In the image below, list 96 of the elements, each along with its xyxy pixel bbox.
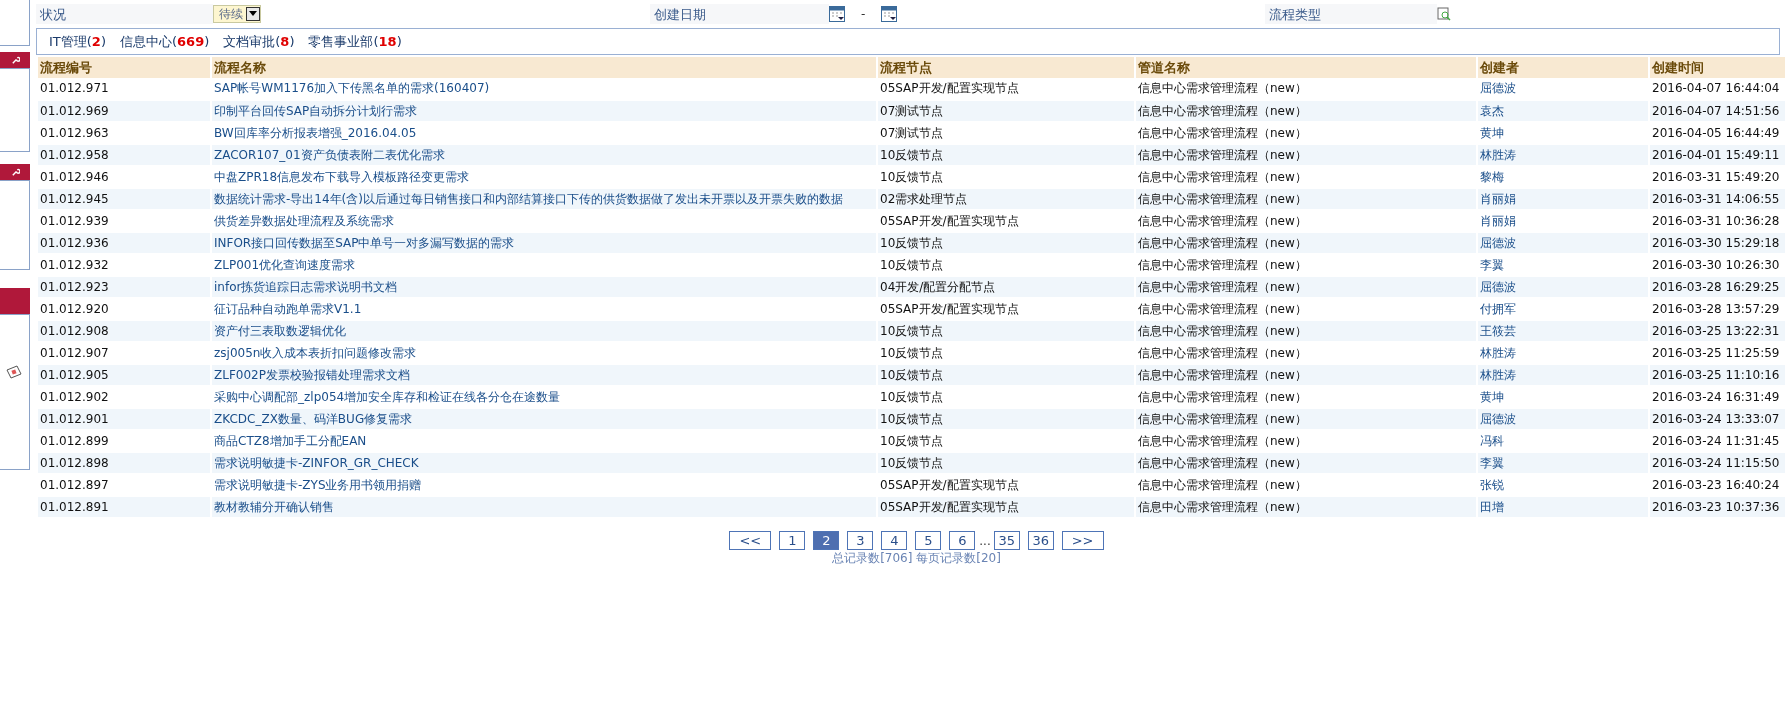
- table-cell: 01.012.958: [37, 144, 211, 166]
- table-cell: 信息中心需求管理流程（new）: [1135, 276, 1477, 298]
- table-cell: 2016-03-24 11:15:50: [1649, 452, 1785, 474]
- creator-link[interactable]: 付拥军: [1480, 299, 1646, 319]
- table-cell: 01.012.898: [37, 452, 211, 474]
- table-cell: 01.012.901: [37, 408, 211, 430]
- process-link[interactable]: 需求说明敏捷卡-ZYS业务用书领用捐赠: [214, 475, 874, 495]
- table-cell: 信息中心需求管理流程（new）: [1135, 408, 1477, 430]
- table-cell: 01.012.891: [37, 496, 211, 518]
- category-tab[interactable]: 文档审批(8): [223, 32, 295, 51]
- status-select[interactable]: 待续: [213, 5, 261, 23]
- table-cell: 2016-03-28 16:29:25: [1649, 276, 1785, 298]
- table-cell: 01.012.945: [37, 188, 211, 210]
- wrench-icon[interactable]: [10, 55, 20, 65]
- creator-link[interactable]: 屈德波: [1480, 79, 1646, 98]
- column-header: 管道名称: [1135, 57, 1477, 78]
- table-cell: 2016-04-01 15:49:11: [1649, 144, 1785, 166]
- table-cell: 01.012.936: [37, 232, 211, 254]
- side-panel: [0, 0, 30, 46]
- table-cell: 10反馈节点: [877, 144, 1135, 166]
- process-link[interactable]: 采购中心调配部_zlp054增加安全库存和检证在线各分仓在途数量: [214, 387, 874, 407]
- page-button[interactable]: 35: [993, 531, 1020, 550]
- table-cell: 01.012.969: [37, 100, 211, 122]
- process-link[interactable]: 征订品种自动跑单需求V1.1: [214, 299, 874, 319]
- status-label: 状况: [36, 4, 213, 24]
- table-cell: 2016-03-25 11:10:16: [1649, 364, 1785, 386]
- note-icon[interactable]: [6, 365, 22, 379]
- table-cell: 信息中心需求管理流程（new）: [1135, 452, 1477, 474]
- page-button[interactable]: 36: [1027, 531, 1054, 550]
- table-cell: 信息中心需求管理流程（new）: [1135, 188, 1477, 210]
- table-cell: 07测试节点: [877, 100, 1135, 122]
- table-cell: 信息中心需求管理流程（new）: [1135, 144, 1477, 166]
- table-cell: 信息中心需求管理流程（new）: [1135, 364, 1477, 386]
- table-cell: 01.012.923: [37, 276, 211, 298]
- creator-link[interactable]: 林胜涛: [1480, 343, 1646, 363]
- table-cell: 10反馈节点: [877, 364, 1135, 386]
- table-cell: 01.012.908: [37, 320, 211, 342]
- table-cell: 10反馈节点: [877, 320, 1135, 342]
- table-cell: 10反馈节点: [877, 408, 1135, 430]
- table-cell: 05SAP开发/配置实现节点: [877, 496, 1135, 518]
- page-button[interactable]: 6: [949, 531, 976, 550]
- table-cell: 2016-03-31 14:06:55: [1649, 188, 1785, 210]
- table-cell: 02需求处理节点: [877, 188, 1135, 210]
- process-link[interactable]: SAP帐号WM1176加入下传黑名单的需求(160407): [214, 79, 874, 98]
- page-button[interactable]: 4: [881, 531, 908, 550]
- creator-link[interactable]: 张锐: [1480, 475, 1646, 495]
- page-button[interactable]: 3: [847, 531, 874, 550]
- creator-link[interactable]: 李翼: [1480, 255, 1646, 275]
- table-cell: 信息中心需求管理流程（new）: [1135, 232, 1477, 254]
- process-link[interactable]: zsj005n收入成本表折扣问题修改需求: [214, 343, 874, 363]
- table-cell: 04开发/配置分配节点: [877, 276, 1135, 298]
- column-header: 流程节点: [877, 57, 1135, 78]
- creator-link[interactable]: 黄坤: [1480, 123, 1646, 143]
- creator-link[interactable]: 肖丽娟: [1480, 211, 1646, 231]
- process-link[interactable]: ZLP001优化查询速度需求: [214, 255, 874, 275]
- wrench-icon[interactable]: [10, 167, 20, 177]
- side-header: [0, 288, 30, 314]
- table-cell: 信息中心需求管理流程（new）: [1135, 100, 1477, 122]
- category-tab[interactable]: 信息中心(669): [120, 32, 210, 51]
- column-header: 流程名称: [211, 57, 877, 78]
- table-cell: 信息中心需求管理流程（new）: [1135, 320, 1477, 342]
- calendar-icon[interactable]: [829, 6, 845, 22]
- process-link[interactable]: BW回库率分析报表增强_2016.04.05: [214, 123, 874, 143]
- page-ellipsis: ...: [979, 533, 991, 548]
- column-header: 创建者: [1477, 57, 1649, 78]
- column-header: 流程编号: [37, 57, 211, 78]
- table-cell: 10反馈节点: [877, 452, 1135, 474]
- page-nav-button[interactable]: <<: [729, 531, 772, 550]
- type-label: 流程类型: [1265, 4, 1437, 24]
- table-cell: 2016-03-30 15:29:18: [1649, 232, 1785, 254]
- page-button[interactable]: 2: [813, 531, 840, 550]
- process-link[interactable]: 商品CTZ8增加手工分配EAN: [214, 431, 874, 451]
- table-cell: 2016-04-07 14:51:56: [1649, 100, 1785, 122]
- table-cell: 2016-03-23 10:37:36: [1649, 496, 1785, 518]
- page-button[interactable]: 1: [779, 531, 806, 550]
- date-separator: -: [861, 7, 866, 21]
- table-cell: 2016-03-24 13:33:07: [1649, 408, 1785, 430]
- page-nav-button[interactable]: >>: [1061, 531, 1104, 550]
- creator-link[interactable]: 黎梅: [1480, 167, 1646, 187]
- category-tab[interactable]: 零售事业部(18): [308, 32, 402, 51]
- record-summary: 总记录数[706] 每页记录数[20]: [831, 550, 1002, 567]
- process-link[interactable]: 中盘ZPR18信息发布下载导入模板路径变更需求: [214, 167, 874, 187]
- calendar-icon[interactable]: [881, 6, 898, 22]
- creator-link[interactable]: 黄坤: [1480, 387, 1646, 407]
- table-cell: 2016-03-25 13:22:31: [1649, 320, 1785, 342]
- creator-link[interactable]: 冯科: [1480, 431, 1646, 451]
- dropdown-icon[interactable]: [246, 7, 260, 21]
- lookup-icon[interactable]: [1437, 7, 1451, 21]
- table-cell: 10反馈节点: [877, 232, 1135, 254]
- process-link[interactable]: 供货差异数据处理流程及系统需求: [214, 211, 874, 231]
- page-button[interactable]: 5: [915, 531, 942, 550]
- table-cell: 01.012.905: [37, 364, 211, 386]
- date-label: 创建日期: [650, 4, 829, 24]
- table-cell: 信息中心需求管理流程（new）: [1135, 496, 1477, 518]
- column-header: 创建时间: [1649, 57, 1785, 78]
- category-tab[interactable]: IT管理(2): [49, 32, 106, 51]
